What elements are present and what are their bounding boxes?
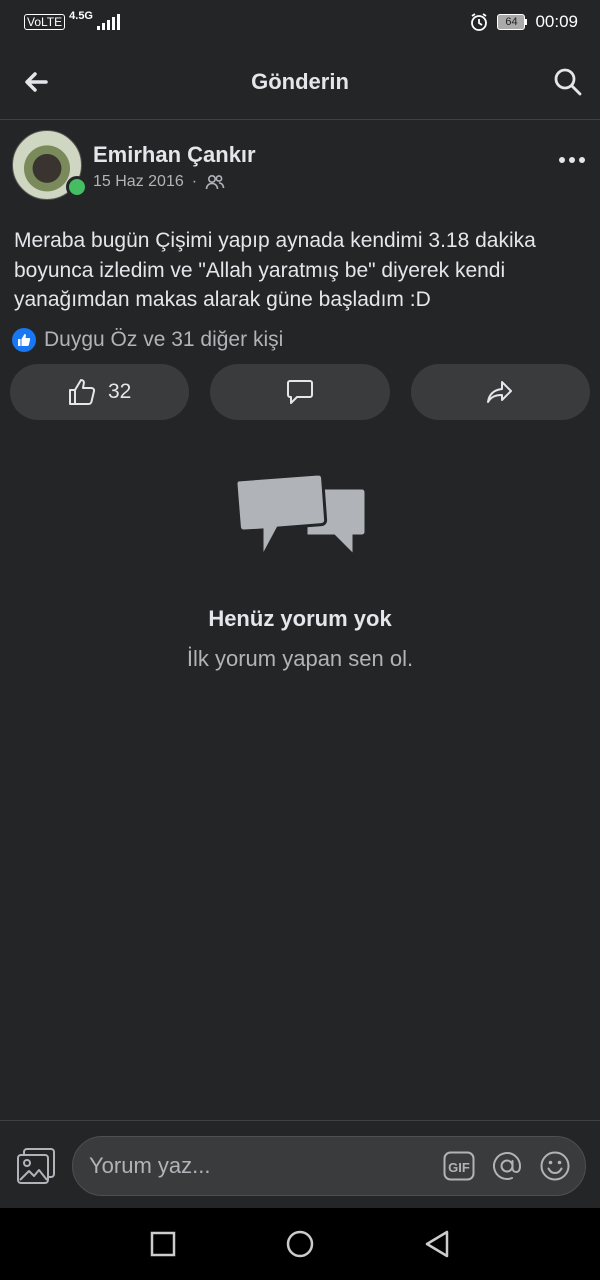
more-options-icon[interactable]	[556, 144, 588, 176]
status-right: 64 00:09	[469, 12, 578, 32]
reactions-summary[interactable]: Duygu Öz ve 31 diğer kişi	[12, 328, 283, 352]
like-reaction-icon	[12, 328, 36, 352]
like-button[interactable]: 32	[10, 364, 190, 420]
back-triangle-icon[interactable]	[423, 1229, 451, 1259]
status-left: VoLTE 4.5G	[24, 10, 120, 30]
composer-icons: GIF	[443, 1150, 585, 1182]
back-arrow-icon[interactable]	[20, 66, 52, 98]
battery-level: 64	[497, 14, 526, 30]
recents-square-icon[interactable]	[149, 1230, 177, 1258]
status-bar: VoLTE 4.5G 64 00:09	[0, 0, 600, 44]
comment-composer: Yorum yaz... GIF	[0, 1120, 600, 1208]
emoji-icon[interactable]	[539, 1150, 571, 1182]
volte-indicator: VoLTE	[24, 14, 66, 30]
clock: 00:09	[535, 12, 578, 31]
thumbs-up-icon	[68, 379, 96, 405]
comment-placeholder: Yorum yaz...	[89, 1153, 211, 1178]
search-icon[interactable]	[552, 66, 584, 98]
mention-icon[interactable]	[491, 1150, 523, 1182]
like-count: 32	[107, 380, 132, 403]
network-type: 4.5G	[69, 10, 93, 22]
author-name[interactable]: Emirhan Çankır	[93, 142, 256, 168]
app-header: Gönderin	[0, 44, 600, 120]
meta-separator: ·	[191, 173, 198, 190]
photo-icon[interactable]	[16, 1147, 56, 1185]
battery-icon: 64	[497, 14, 528, 30]
comment-button[interactable]	[210, 364, 390, 420]
friends-audience-icon	[205, 174, 225, 190]
post-date[interactable]: 15 Haz 2016	[93, 173, 184, 191]
post-text: Meraba bugün Çişimi yapıp aynada kendimi…	[14, 229, 536, 311]
reactions-text: Duygu Öz ve 31 diğer kişi	[44, 328, 284, 351]
post-actions: 32	[10, 364, 590, 420]
empty-comments: Henüz yorum yok İlk yorum yapan sen ol.	[0, 470, 600, 672]
online-status-dot	[66, 176, 88, 198]
signal-icon	[97, 14, 120, 30]
gif-icon[interactable]: GIF	[443, 1151, 475, 1181]
post-meta: 15 Haz 2016 ·	[93, 173, 225, 191]
page-title: Gönderin	[251, 68, 349, 94]
system-nav-bar	[0, 1208, 600, 1280]
comment-input[interactable]: Yorum yaz... GIF	[72, 1136, 586, 1196]
empty-comments-subtitle: İlk yorum yapan sen ol.	[186, 646, 414, 671]
share-button[interactable]	[410, 364, 590, 420]
comment-icon	[286, 380, 313, 404]
comments-bubbles-icon	[234, 472, 366, 560]
share-icon	[487, 381, 513, 403]
home-circle-icon[interactable]	[285, 1229, 315, 1259]
post-header: Emirhan Çankır 15 Haz 2016 ·	[12, 130, 588, 202]
gif-label: GIF	[448, 1160, 470, 1175]
empty-comments-title: Henüz yorum yok	[208, 606, 392, 631]
alarm-icon	[471, 13, 488, 31]
